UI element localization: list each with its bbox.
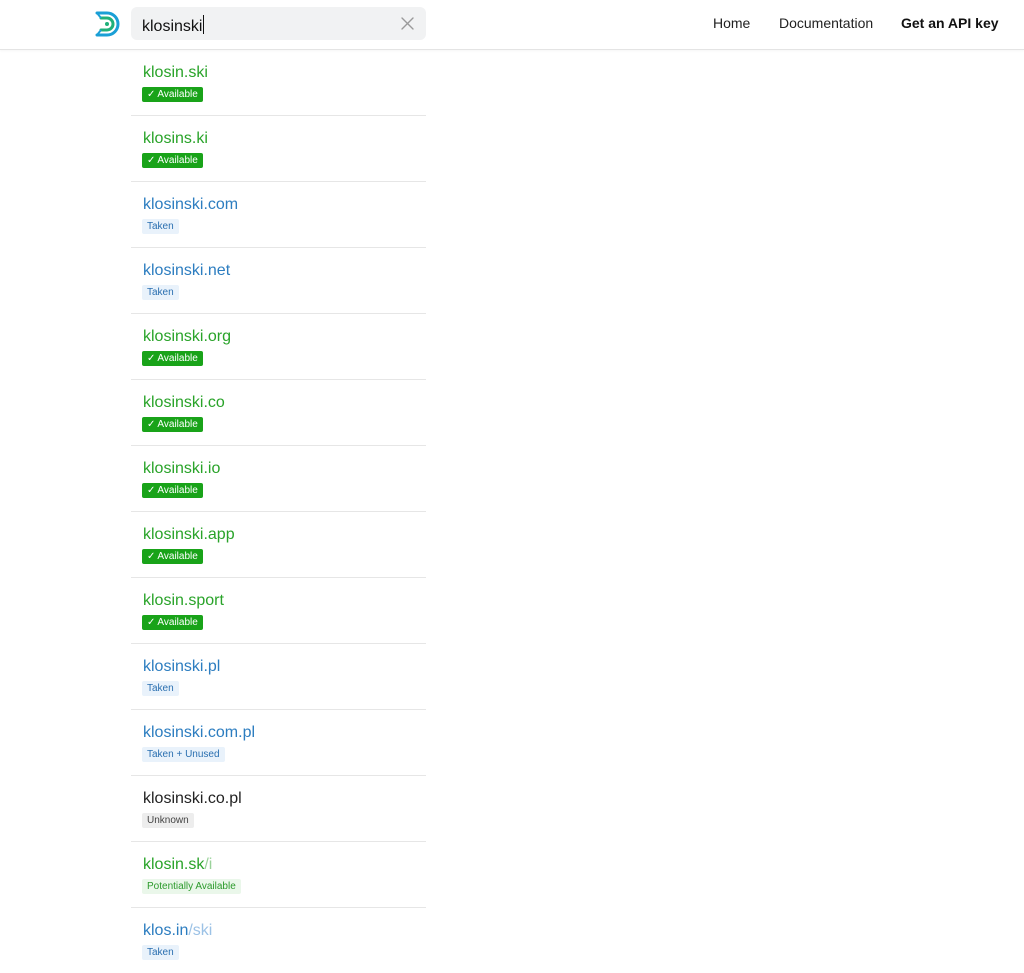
check-icon: ✓ — [147, 419, 156, 430]
check-icon: ✓ — [147, 551, 156, 562]
domain-name[interactable]: klosinski.app — [143, 525, 235, 544]
result-item[interactable]: klosinski.io ✓ Available — [131, 446, 426, 512]
status-badge: Potentially Available — [142, 879, 241, 894]
check-icon: ✓ — [147, 617, 156, 628]
result-item[interactable]: klosinski.co ✓ Available — [131, 380, 426, 446]
status-badge: Taken + Unused — [142, 747, 225, 762]
domain-name[interactable]: klosinski.co.pl — [143, 789, 242, 808]
result-item[interactable]: klosinski.com Taken — [131, 182, 426, 248]
domain-name[interactable]: klosin.ski — [143, 63, 208, 82]
result-item[interactable]: klosins.ki ✓ Available — [131, 116, 426, 182]
status-badge: ✓ Available — [142, 153, 203, 168]
check-icon: ✓ — [147, 155, 156, 166]
domain-name[interactable]: klosinski.co — [143, 393, 225, 412]
domain-name[interactable]: klosinski.com.pl — [143, 723, 255, 742]
check-icon: ✓ — [147, 353, 156, 364]
result-item[interactable]: klosinski.pl Taken — [131, 644, 426, 710]
text-caret — [203, 15, 205, 34]
nav-home-link[interactable]: Home — [713, 15, 750, 32]
status-badge: ✓ Available — [142, 549, 203, 564]
domain-name[interactable]: klosin.sport — [143, 591, 224, 610]
domain-name[interactable]: klosins.ki — [143, 129, 208, 148]
top-header: klosinski Home Documentation Get an API … — [0, 0, 1024, 50]
status-badge: ✓ Available — [142, 483, 203, 498]
result-item[interactable]: klosinski.co.pl Unknown — [131, 776, 426, 842]
domain-name[interactable]: klosinski.org — [143, 327, 231, 346]
status-badge: Taken — [142, 219, 179, 234]
result-item[interactable]: klos.in/ski Taken — [131, 908, 426, 973]
logo-icon[interactable] — [94, 9, 124, 39]
domain-name[interactable]: klosinski.io — [143, 459, 220, 478]
status-badge: ✓ Available — [142, 87, 203, 102]
status-badge: Unknown — [142, 813, 194, 828]
check-icon: ✓ — [147, 89, 156, 100]
result-item[interactable]: klosinski.net Taken — [131, 248, 426, 314]
status-badge: ✓ Available — [142, 615, 203, 630]
domain-name[interactable]: klosinski.net — [143, 261, 230, 280]
status-badge: ✓ Available — [142, 417, 203, 432]
results-list: klosin.ski ✓ Available klosins.ki ✓ Availa… — [131, 50, 426, 973]
status-badge: ✓ Available — [142, 351, 203, 366]
result-item[interactable]: klosin.sk/i Potentially Available — [131, 842, 426, 908]
result-item[interactable]: klosin.sport ✓ Available — [131, 578, 426, 644]
search-box[interactable]: klosinski — [131, 7, 426, 40]
domain-name[interactable]: klosin.sk/i — [143, 855, 212, 874]
status-badge: Taken — [142, 945, 179, 960]
domain-name[interactable]: klosinski.pl — [143, 657, 220, 676]
status-badge: Taken — [142, 285, 179, 300]
search-input[interactable]: klosinski — [142, 15, 205, 35]
result-item[interactable]: klosinski.app ✓ Available — [131, 512, 426, 578]
result-item[interactable]: klosinski.org ✓ Available — [131, 314, 426, 380]
domain-name[interactable]: klosinski.com — [143, 195, 238, 214]
result-item[interactable]: klosin.ski ✓ Available — [131, 50, 426, 116]
nav-api-key-link[interactable]: Get an API key — [901, 15, 999, 32]
check-icon: ✓ — [147, 485, 156, 496]
clear-search-icon[interactable] — [399, 15, 416, 32]
result-item[interactable]: klosinski.com.pl Taken + Unused — [131, 710, 426, 776]
nav-documentation-link[interactable]: Documentation — [779, 15, 873, 32]
domain-name[interactable]: klos.in/ski — [143, 921, 212, 940]
status-badge: Taken — [142, 681, 179, 696]
